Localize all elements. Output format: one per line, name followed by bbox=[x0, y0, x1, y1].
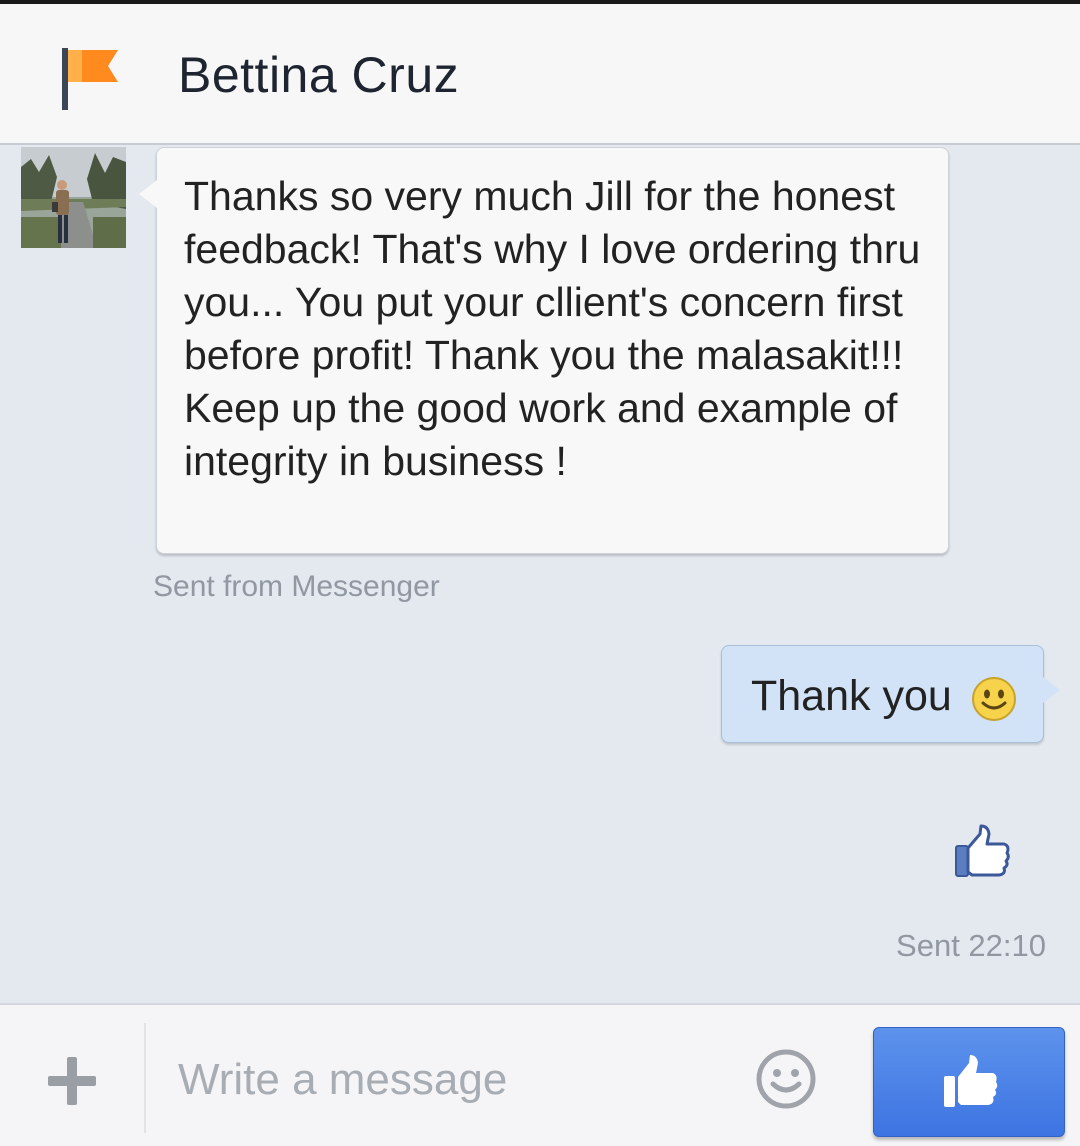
bubble-tail bbox=[1043, 677, 1060, 703]
avatar[interactable] bbox=[21, 147, 126, 248]
message-composer bbox=[0, 1003, 1080, 1146]
messenger-screen: Bettina Cruz Thanks so very much Jill fo… bbox=[0, 0, 1080, 1146]
received-message-text: Thanks so very much Jill for the honest … bbox=[184, 173, 921, 484]
bubble-tail bbox=[139, 180, 157, 208]
sent-message-bubble[interactable]: Thank you bbox=[721, 645, 1060, 743]
send-like-button[interactable] bbox=[873, 1027, 1065, 1137]
smiley-icon[interactable] bbox=[755, 1048, 817, 1110]
plus-icon[interactable] bbox=[44, 1053, 100, 1109]
sent-message-text: Thank you bbox=[751, 672, 952, 720]
received-message-bubble[interactable]: Thanks so very much Jill for the honest … bbox=[139, 147, 949, 554]
smiley-emoji-icon bbox=[972, 677, 1016, 721]
conversation-header: Bettina Cruz bbox=[0, 4, 1080, 145]
flag-icon[interactable] bbox=[60, 44, 122, 112]
sent-status: Sent 22:10 bbox=[896, 928, 1046, 963]
message-input[interactable] bbox=[178, 1045, 718, 1115]
thumbs-up-sticker-icon[interactable] bbox=[950, 822, 1012, 880]
sent-from-label: Sent from Messenger bbox=[153, 570, 440, 603]
contact-name[interactable]: Bettina Cruz bbox=[178, 46, 459, 104]
thumbs-up-icon bbox=[944, 1055, 998, 1107]
composer-divider bbox=[144, 1023, 146, 1133]
